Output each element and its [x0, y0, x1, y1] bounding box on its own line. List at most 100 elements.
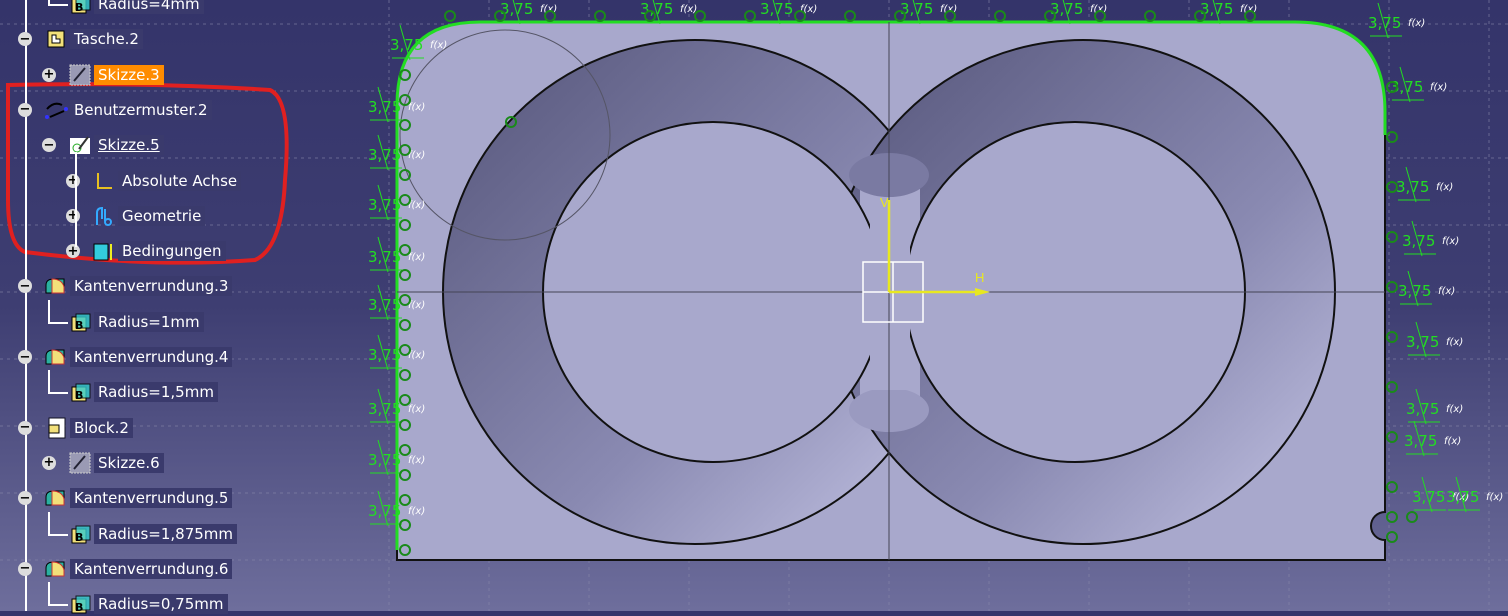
tree-node-label[interactable]: Kantenverrundung.4: [70, 347, 233, 367]
tree-node-constraints[interactable]: Bedingungen: [92, 239, 226, 263]
tree-node-label[interactable]: Absolute Achse: [118, 170, 242, 191]
tree-node-sketch-active[interactable]: Skizze.5: [68, 133, 164, 157]
tree-node-sketch[interactable]: Skizze.3: [68, 63, 164, 87]
tree-node-label[interactable]: Radius=1,5mm: [94, 382, 218, 403]
dimension-label[interactable]: 3,75: [368, 346, 401, 364]
formula-icon[interactable]: f(x): [1446, 404, 1463, 415]
dimension-label[interactable]: 3,75: [760, 0, 793, 18]
tree-node-label[interactable]: Radius=1,875mm: [94, 523, 238, 544]
collapse-toggle[interactable]: −: [18, 491, 32, 506]
coincidence-constraint-icon[interactable]: [1386, 231, 1398, 243]
formula-icon[interactable]: f(x): [408, 455, 425, 466]
collapse-toggle[interactable]: −: [18, 279, 32, 294]
expand-toggle[interactable]: +: [66, 208, 80, 223]
tree-node-sketch[interactable]: Skizze.6: [68, 451, 164, 475]
coincidence-constraint-icon[interactable]: [694, 10, 706, 22]
tree-node-edge-fillet[interactable]: Kantenverrundung.3: [44, 274, 233, 298]
dimension-label[interactable]: 3,75: [1398, 282, 1431, 300]
collapse-toggle[interactable]: −: [42, 138, 56, 153]
tree-node-parameter[interactable]: B Radius=1,5mm: [68, 380, 218, 404]
formula-icon[interactable]: f(x): [408, 102, 425, 113]
dimension-label[interactable]: 3,75: [1404, 432, 1437, 450]
coincidence-constraint-icon[interactable]: [444, 10, 456, 22]
tree-node-label[interactable]: Bedingungen: [118, 241, 226, 262]
dimension-label[interactable]: 3,75: [368, 196, 401, 214]
formula-icon[interactable]: f(x): [430, 40, 447, 51]
formula-icon[interactable]: f(x): [1442, 236, 1459, 247]
formula-icon[interactable]: f(x): [1486, 492, 1503, 503]
tree-node-parameter[interactable]: B Radius=1,875mm: [68, 522, 238, 546]
formula-icon[interactable]: f(x): [1436, 182, 1453, 193]
dimension-label[interactable]: 3,75: [1406, 400, 1439, 418]
tree-node-label[interactable]: Geometrie: [118, 205, 206, 226]
formula-icon[interactable]: f(x): [1438, 286, 1455, 297]
tree-node-axis[interactable]: Absolute Achse: [92, 169, 242, 193]
formula-icon[interactable]: f(x): [800, 4, 817, 15]
formula-icon[interactable]: f(x): [408, 252, 425, 263]
tree-node-edge-fillet[interactable]: Kantenverrundung.5: [44, 486, 233, 510]
collapse-toggle[interactable]: −: [18, 561, 32, 576]
coincidence-constraint-icon[interactable]: [1386, 531, 1398, 543]
tree-node-label[interactable]: Skizze.6: [94, 452, 164, 473]
dimension-label[interactable]: 3,75: [368, 502, 401, 520]
dimension-label[interactable]: 3,75: [1390, 78, 1423, 96]
expand-toggle[interactable]: +: [42, 67, 56, 82]
coincidence-constraint-icon[interactable]: [844, 10, 856, 22]
tree-node-label[interactable]: Skizze.5: [94, 135, 164, 156]
tree-node-label[interactable]: Kantenverrundung.5: [70, 488, 233, 509]
expand-toggle[interactable]: +: [42, 455, 56, 470]
tree-node-label[interactable]: Skizze.3: [94, 64, 164, 85]
dimension-label[interactable]: 3,75: [1368, 14, 1401, 32]
tree-node-edge-fillet[interactable]: Kantenverrundung.6: [44, 557, 233, 581]
tree-node-pocket[interactable]: Tasche.2: [44, 27, 143, 51]
dimension-label[interactable]: 3,75: [1406, 333, 1439, 351]
collapse-toggle[interactable]: −: [18, 32, 32, 47]
dimension-label[interactable]: 3,75: [368, 451, 401, 469]
tree-node-user-pattern[interactable]: Benutzermuster.2: [44, 98, 212, 122]
tree-node-label[interactable]: Radius=0,75mm: [94, 594, 228, 615]
collapse-toggle[interactable]: −: [18, 102, 32, 117]
dimension-label[interactable]: 3,75: [368, 296, 401, 314]
coincidence-constraint-icon[interactable]: [1386, 481, 1398, 493]
formula-icon[interactable]: f(x): [408, 404, 425, 415]
tree-node-label[interactable]: Tasche.2: [70, 29, 143, 50]
coincidence-constraint-icon[interactable]: [1144, 10, 1156, 22]
tree-node-geometry[interactable]: Geometrie: [92, 204, 206, 228]
dimension-label[interactable]: 3,75: [368, 400, 401, 418]
coincidence-constraint-icon[interactable]: [1386, 511, 1398, 523]
coincidence-constraint-icon[interactable]: [594, 10, 606, 22]
formula-icon[interactable]: f(x): [408, 506, 425, 517]
specification-tree[interactable]: B Radius=4mm Tasche.2 − Skizze.3 + Benutzermus…: [0, 0, 360, 615]
dimension-label[interactable]: 3,75: [1446, 488, 1479, 506]
dimension-label[interactable]: 3,75: [368, 98, 401, 116]
tree-node-label[interactable]: Kantenverrundung.6: [70, 558, 233, 579]
tree-node-edge-fillet[interactable]: Kantenverrundung.4: [44, 345, 233, 369]
formula-icon[interactable]: f(x): [1408, 18, 1425, 29]
dimension-label[interactable]: 3,75: [368, 146, 401, 164]
tree-node-parameter[interactable]: B Radius=1mm: [68, 310, 204, 334]
tree-node-label[interactable]: Block.2: [70, 417, 133, 438]
collapse-toggle[interactable]: −: [18, 420, 32, 435]
tree-node-label[interactable]: Radius=1mm: [94, 311, 204, 332]
tree-node-label[interactable]: Benutzermuster.2: [70, 99, 212, 120]
coincidence-constraint-icon[interactable]: [1386, 131, 1398, 143]
dimension-label[interactable]: 3,75: [390, 36, 423, 54]
dimension-label[interactable]: 3,75: [1412, 488, 1445, 506]
coincidence-constraint-icon[interactable]: [744, 10, 756, 22]
expand-toggle[interactable]: +: [66, 173, 80, 188]
coincidence-constraint-icon[interactable]: [1406, 511, 1418, 523]
formula-icon[interactable]: f(x): [1446, 337, 1463, 348]
tree-node-label[interactable]: Radius=4mm: [94, 0, 204, 14]
dimension-label[interactable]: 3,75: [368, 248, 401, 266]
tree-node-parameter[interactable]: B Radius=4mm: [68, 0, 204, 16]
tree-node-label[interactable]: Kantenverrundung.3: [70, 276, 233, 297]
collapse-toggle[interactable]: −: [18, 350, 32, 364]
expand-toggle[interactable]: +: [66, 244, 80, 259]
formula-icon[interactable]: f(x): [1430, 82, 1447, 93]
dimension-label[interactable]: 3,75: [1402, 232, 1435, 250]
coincidence-constraint-icon[interactable]: [994, 10, 1006, 22]
formula-icon[interactable]: f(x): [1444, 436, 1461, 447]
tree-node-pad[interactable]: Block.2: [44, 416, 133, 440]
dimension-label[interactable]: 3,75: [1396, 178, 1429, 196]
tree-node-parameter[interactable]: B Radius=0,75mm: [68, 592, 228, 616]
